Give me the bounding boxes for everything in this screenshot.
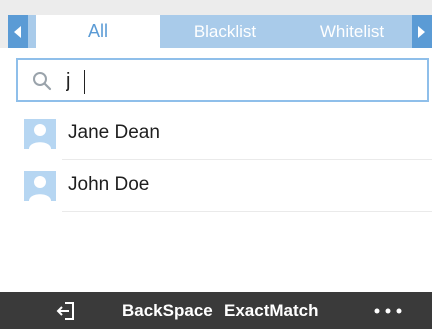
tab-whitelist[interactable]: Whitelist — [300, 15, 404, 48]
search-icon — [32, 71, 52, 96]
contact-name: Jane Dean — [68, 122, 160, 143]
tab-scroll-right-button[interactable] — [412, 15, 432, 48]
text-cursor — [84, 70, 85, 94]
back-softkey[interactable] — [52, 292, 82, 329]
tab-bar: All Blacklist Whitelist — [0, 0, 432, 48]
contact-item-john-doe[interactable]: John Doe — [0, 160, 432, 212]
avatar-icon — [24, 171, 56, 201]
tab-scroll-left-button[interactable] — [8, 15, 28, 48]
contact-list: Jane Dean John Doe — [0, 108, 432, 212]
tab-all[interactable]: All — [36, 15, 160, 48]
exactmatch-softkey[interactable]: ExactMatch — [224, 292, 318, 329]
search-box[interactable] — [16, 58, 429, 102]
tab-blacklist[interactable]: Blacklist — [176, 15, 274, 48]
contact-item-jane-dean[interactable]: Jane Dean — [0, 108, 432, 160]
more-softkey[interactable] — [368, 292, 408, 329]
contact-name: John Doe — [68, 174, 150, 195]
avatar-icon — [24, 119, 56, 149]
chevron-right-icon — [418, 25, 425, 38]
chevron-left-icon — [14, 25, 21, 38]
exit-icon — [56, 301, 74, 320]
search-input[interactable] — [66, 68, 386, 94]
backspace-softkey[interactable]: BackSpace — [122, 292, 213, 329]
contact-search-screen: All Blacklist Whitelist j Jane Dean John… — [0, 0, 432, 329]
row-divider — [62, 211, 432, 212]
softkey-bar: BackSpace ExactMatch — [0, 292, 432, 329]
more-dots-icon — [374, 308, 402, 313]
